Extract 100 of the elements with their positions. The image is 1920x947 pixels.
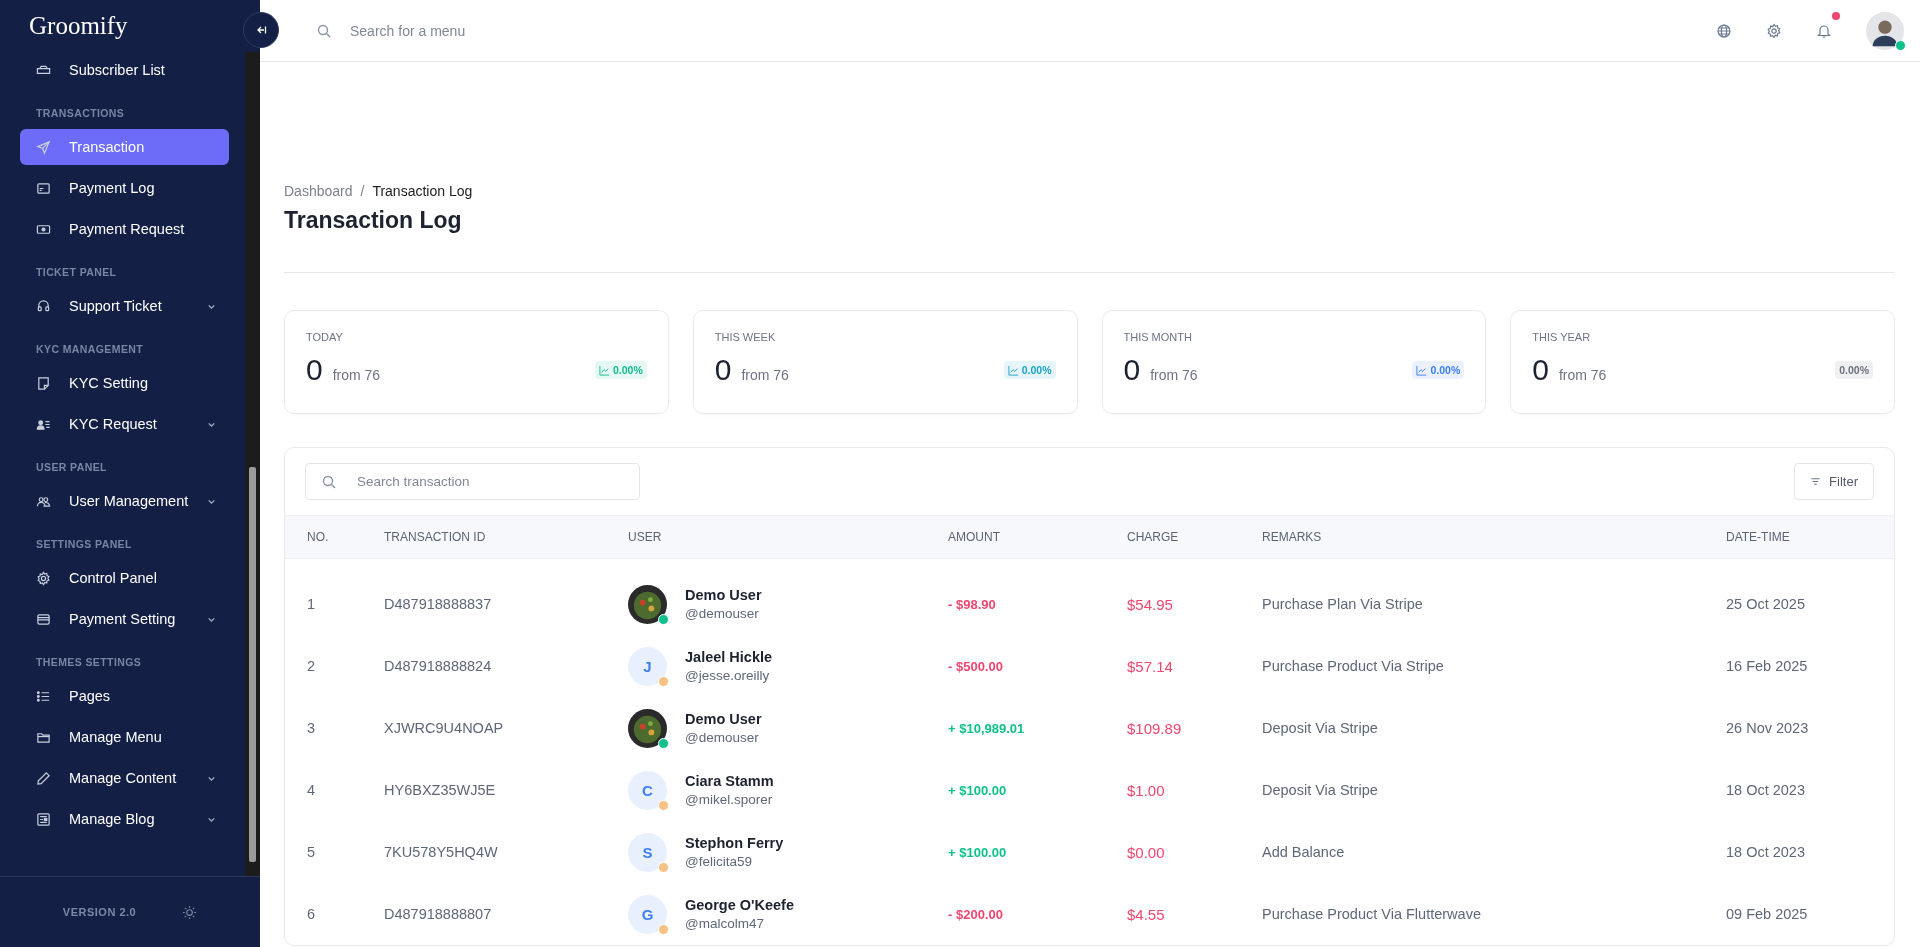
date-time: 18 Oct 2023 xyxy=(1726,782,1806,798)
amount: - $98.90 xyxy=(948,596,997,612)
news-icon xyxy=(36,811,51,827)
stat-subtext: from 76 xyxy=(741,367,790,383)
sun-icon[interactable] xyxy=(182,904,198,920)
column-header: DATE-TIME xyxy=(1726,530,1791,544)
search-icon xyxy=(316,22,332,39)
sidebar-item[interactable]: Manage Content xyxy=(20,760,229,796)
date-time: 25 Oct 2025 xyxy=(1726,596,1806,612)
stat-value: 0 xyxy=(1123,353,1141,387)
logo[interactable]: Groomify xyxy=(29,12,128,40)
user-handle: @jesse.oreilly xyxy=(685,668,771,683)
change-badge: 0.00% xyxy=(1003,361,1056,379)
transaction-id: D487918888837 xyxy=(384,596,493,612)
breadcrumb-separator: / xyxy=(360,183,365,199)
page-title: Transaction Log xyxy=(284,207,463,234)
stat-label: THIS YEAR xyxy=(1532,331,1592,343)
amount: - $200.00 xyxy=(948,906,1004,922)
section-label: SETTINGS PANEL xyxy=(35,537,133,552)
user-name: Ciara Stamm xyxy=(685,773,774,789)
pencil-icon xyxy=(36,770,51,786)
breadcrumb-item[interactable]: Dashboard xyxy=(284,183,353,199)
settings-icon[interactable] xyxy=(1766,22,1782,39)
row-number: 6 xyxy=(307,906,317,922)
scrollbar-thumb[interactable] xyxy=(249,467,256,862)
remarks: Deposit Via Stripe xyxy=(1262,720,1379,736)
user-name: Demo User xyxy=(685,587,762,603)
sidebar-item[interactable]: Control Panel xyxy=(20,560,229,596)
section-label: TICKET PANEL xyxy=(35,265,118,280)
gear-icon xyxy=(36,570,51,586)
column-header: NO. xyxy=(307,530,330,544)
user-handle: @demouser xyxy=(685,606,760,621)
user-name: Stephon Ferry xyxy=(685,835,784,851)
globe-icon[interactable] xyxy=(1716,22,1732,39)
user-handle: @malcolm47 xyxy=(685,916,765,931)
section-label: USER PANEL xyxy=(35,460,108,475)
breadcrumb-item: Transaction Log xyxy=(372,183,473,199)
stat-label: THIS WEEK xyxy=(714,331,777,343)
filter-button[interactable]: Filter xyxy=(1794,463,1874,500)
transaction-id: 7KU578Y5HQ4W xyxy=(384,844,499,860)
remarks: Purchase Product Via Flutterwave xyxy=(1262,906,1482,922)
section-label: THEMES SETTINGS xyxy=(35,655,143,670)
sidebar-item[interactable]: Pages xyxy=(20,678,229,714)
charge: $1.00 xyxy=(1127,781,1166,799)
column-header: AMOUNT xyxy=(948,530,1001,544)
wallet-icon xyxy=(36,611,51,627)
remarks: Purchase Plan Via Stripe xyxy=(1262,596,1424,612)
sidebar-item[interactable]: Manage Menu xyxy=(20,719,229,755)
transaction-id: XJWRC9U4NOAP xyxy=(384,720,505,736)
date-time: 09 Feb 2025 xyxy=(1726,906,1809,922)
card-icon xyxy=(36,180,51,196)
user-handle: @felicita59 xyxy=(685,854,753,869)
sidebar-item[interactable]: KYC Setting xyxy=(20,365,229,401)
list-icon xyxy=(36,688,51,704)
charge: $54.95 xyxy=(1127,595,1174,613)
collapse-sidebar-button[interactable] xyxy=(243,12,279,48)
row-number: 5 xyxy=(307,844,317,860)
section-label: TRANSACTIONS xyxy=(35,106,126,121)
row-number: 3 xyxy=(307,720,317,736)
filter-icon xyxy=(1810,476,1822,487)
sidebar-item[interactable]: Manage Blog xyxy=(20,801,229,837)
user-name: Demo User xyxy=(685,711,762,727)
sidebar-item[interactable]: Payment Log xyxy=(20,170,229,206)
sidebar-item[interactable]: Subscriber List xyxy=(20,52,229,88)
user-handle: @demouser xyxy=(685,730,760,745)
row-number: 2 xyxy=(307,658,317,674)
change-badge: 0.00% xyxy=(594,361,647,379)
user-initial-avatar: J xyxy=(628,646,667,686)
column-header: USER xyxy=(628,530,663,544)
amount: + $100.00 xyxy=(948,844,1008,860)
transaction-search-field[interactable]: Search transaction xyxy=(305,463,640,500)
date-time: 18 Oct 2023 xyxy=(1726,844,1806,860)
stat-subtext: from 76 xyxy=(1558,367,1608,383)
sidebar-item[interactable]: Transaction xyxy=(20,129,229,165)
sidebar-item[interactable]: Payment Request xyxy=(20,211,229,247)
change-badge: 0.00% xyxy=(1835,361,1873,379)
user-avatar[interactable] xyxy=(1866,11,1904,50)
sidebar-item[interactable]: Support Ticket xyxy=(20,288,229,324)
remarks: Purchase Product Via Stripe xyxy=(1262,658,1445,674)
charge: $109.89 xyxy=(1127,719,1183,737)
change-badge: 0.00% xyxy=(1412,361,1465,379)
amount: + $10,989.01 xyxy=(948,720,1026,736)
sidebar-item[interactable]: User Management xyxy=(20,483,229,519)
date-time: 16 Feb 2025 xyxy=(1726,658,1809,674)
stat-label: THIS MONTH xyxy=(1123,331,1193,343)
notification-bell-icon[interactable] xyxy=(1816,22,1832,39)
headset-icon xyxy=(36,298,51,314)
column-header: TRANSACTION ID xyxy=(384,530,487,544)
stat-subtext: from 76 xyxy=(1150,367,1199,383)
note-icon xyxy=(36,375,51,391)
sidebar-item[interactable]: Payment Setting xyxy=(20,601,229,637)
date-time: 26 Nov 2023 xyxy=(1726,720,1810,736)
user-name: Jaleel Hickle xyxy=(685,649,773,665)
stat-subtext: from 76 xyxy=(332,367,382,383)
charge: $57.14 xyxy=(1127,657,1174,675)
stat-value: 0 xyxy=(1532,353,1549,387)
user-initial-avatar: S xyxy=(628,832,667,872)
food-photo-placeholder xyxy=(628,584,667,624)
user-name: George O'Keefe xyxy=(685,897,794,913)
sidebar-item[interactable]: KYC Request xyxy=(20,406,229,442)
